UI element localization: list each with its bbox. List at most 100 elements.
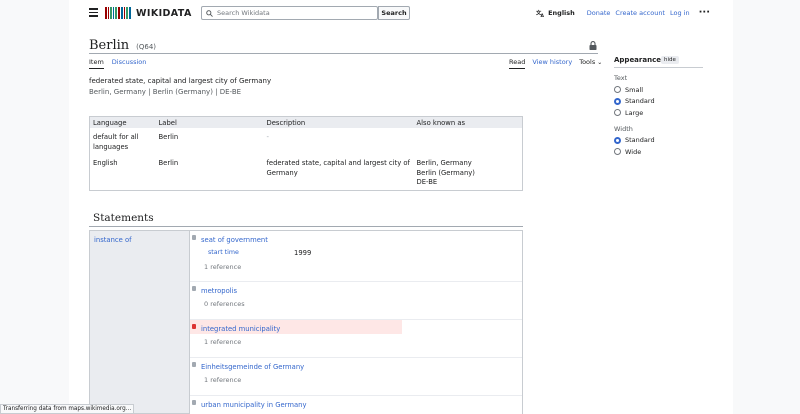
- cell-aliases: Berlin, Germany Berlin (Germany) DE-BE: [414, 154, 523, 190]
- login-link[interactable]: Log in: [670, 9, 690, 17]
- statement-item: integrated municipality 1 reference: [190, 320, 522, 358]
- qualifier-property[interactable]: start time: [208, 249, 294, 257]
- item-title-block: Berlin (Q64): [89, 38, 156, 53]
- alias: Berlin (Germany): [416, 168, 475, 177]
- cell-description: federated state, capital and largest cit…: [266, 159, 410, 177]
- rank-deprecated-icon[interactable]: [192, 324, 196, 329]
- text-size-large[interactable]: Large: [614, 107, 703, 119]
- text-size-small[interactable]: Small: [614, 84, 703, 96]
- svg-text:A: A: [541, 13, 545, 17]
- terms-header-row: Language Label Description Also known as: [89, 116, 523, 128]
- menu-icon[interactable]: [89, 8, 98, 17]
- cell-label: Berlin: [158, 133, 179, 141]
- property-link[interactable]: instance of: [94, 236, 132, 244]
- statement-value[interactable]: integrated municipality: [190, 320, 402, 334]
- search-icon: [206, 9, 213, 17]
- language-icon: 文A: [536, 9, 545, 17]
- col-also-known-as: Also known as: [413, 116, 523, 128]
- tab-view-history[interactable]: View history: [532, 58, 572, 69]
- text-size-standard[interactable]: Standard: [614, 96, 703, 108]
- tab-item[interactable]: Item: [89, 58, 104, 69]
- col-label: Label: [155, 116, 264, 128]
- property-cell: instance of: [89, 230, 189, 414]
- references-toggle[interactable]: 1 reference: [190, 257, 522, 271]
- text-size-label: Text: [614, 74, 628, 82]
- tab-discussion[interactable]: Discussion: [112, 58, 147, 69]
- width-label: Width: [614, 124, 633, 133]
- references-toggle[interactable]: 1 reference: [190, 372, 522, 384]
- col-language: Language: [89, 116, 156, 128]
- namespace-tabs: Item Discussion: [89, 58, 146, 69]
- alias: Berlin, Germany: [416, 159, 472, 167]
- radio-selected-icon[interactable]: [614, 97, 621, 105]
- search-input[interactable]: [217, 9, 367, 17]
- radio-selected-icon[interactable]: [614, 136, 621, 144]
- radio-icon[interactable]: [614, 148, 621, 156]
- hide-button[interactable]: hide: [660, 56, 679, 64]
- item-aliases: Berlin, Germany | Berlin (Germany) | DE-…: [89, 88, 242, 96]
- statement-value[interactable]: Einheitsgemeinde of Germany: [190, 358, 522, 372]
- appearance-panel: Appearance hide Text Small Standard Larg…: [614, 56, 703, 158]
- width-wide[interactable]: Wide: [614, 146, 703, 158]
- cell-description: -: [266, 133, 269, 141]
- item-description: federated state, capital and largest cit…: [89, 77, 272, 85]
- wikidata-logo[interactable]: WIKIDATA: [105, 7, 192, 19]
- rank-normal-icon[interactable]: [192, 362, 196, 367]
- search-button[interactable]: Search: [378, 6, 410, 20]
- table-row: English Berlin federated state, capital …: [90, 154, 523, 190]
- statement-item: seat of government start time 1999 1 ref…: [190, 231, 522, 282]
- statement-values: seat of government start time 1999 1 ref…: [189, 230, 523, 414]
- appearance-title: Appearance: [614, 56, 661, 64]
- create-account-link[interactable]: Create account: [615, 9, 665, 17]
- item-id: (Q64): [136, 43, 157, 51]
- status-bar: Transferring data from maps.wikimedia.or…: [0, 404, 135, 414]
- cell-aliases: [414, 128, 523, 154]
- title-divider: [89, 53, 598, 54]
- qualifier: start time 1999: [190, 245, 522, 257]
- qualifier-value: 1999: [294, 249, 312, 257]
- table-row: default for all languages Berlin -: [90, 128, 523, 154]
- statement-value[interactable]: urban municipality in Germany: [190, 396, 522, 410]
- cell-language: English: [93, 159, 118, 167]
- statement-item: Einheitsgemeinde of Germany 1 reference: [190, 358, 522, 396]
- statement-value[interactable]: seat of government: [190, 231, 522, 245]
- references-toggle[interactable]: 0 references: [190, 296, 522, 308]
- radio-icon[interactable]: [614, 109, 621, 117]
- lock-icon[interactable]: [589, 41, 597, 50]
- references-toggle[interactable]: 1 reference: [190, 334, 522, 346]
- search-box[interactable]: [201, 6, 378, 20]
- terms-table: Language Label Description Also known as…: [89, 116, 523, 191]
- appearance-header: Appearance hide: [614, 56, 703, 68]
- tab-read[interactable]: Read: [509, 58, 526, 69]
- page-title: Berlin: [89, 38, 130, 53]
- statements-divider: [89, 226, 523, 227]
- tools-menu[interactable]: Tools ⌄: [579, 58, 602, 69]
- col-description: Description: [263, 116, 414, 128]
- barcode-icon: [105, 7, 131, 19]
- statement-value[interactable]: metropolis: [190, 282, 522, 296]
- tools-label: Tools: [579, 58, 596, 66]
- option-label: Small: [625, 85, 644, 94]
- option-label: Wide: [625, 147, 642, 156]
- alias: DE-BE: [416, 178, 438, 186]
- more-options-icon[interactable]: ···: [699, 8, 710, 18]
- statement-item: metropolis 0 references: [190, 282, 522, 320]
- statements-heading: Statements: [93, 212, 154, 224]
- language-selector[interactable]: 文A English: [536, 9, 575, 17]
- cell-language: default for all languages: [93, 133, 139, 151]
- chevron-down-icon: ⌄: [597, 59, 603, 66]
- language-label: English: [548, 9, 575, 17]
- statement-item: urban municipality in Germany: [190, 396, 522, 410]
- option-label: Standard: [625, 136, 655, 145]
- donate-link[interactable]: Donate: [587, 9, 611, 17]
- radio-icon[interactable]: [614, 86, 621, 94]
- header-links: 文A English Donate Create account Log in …: [536, 8, 710, 18]
- rank-normal-icon[interactable]: [192, 235, 196, 240]
- view-tabs: Read View history Tools ⌄: [509, 58, 602, 69]
- rank-normal-icon[interactable]: [192, 286, 196, 291]
- width-standard[interactable]: Standard: [614, 135, 703, 147]
- cell-label: Berlin: [158, 159, 179, 167]
- rank-normal-icon[interactable]: [192, 400, 196, 405]
- option-label: Standard: [625, 97, 655, 106]
- option-label: Large: [625, 108, 644, 117]
